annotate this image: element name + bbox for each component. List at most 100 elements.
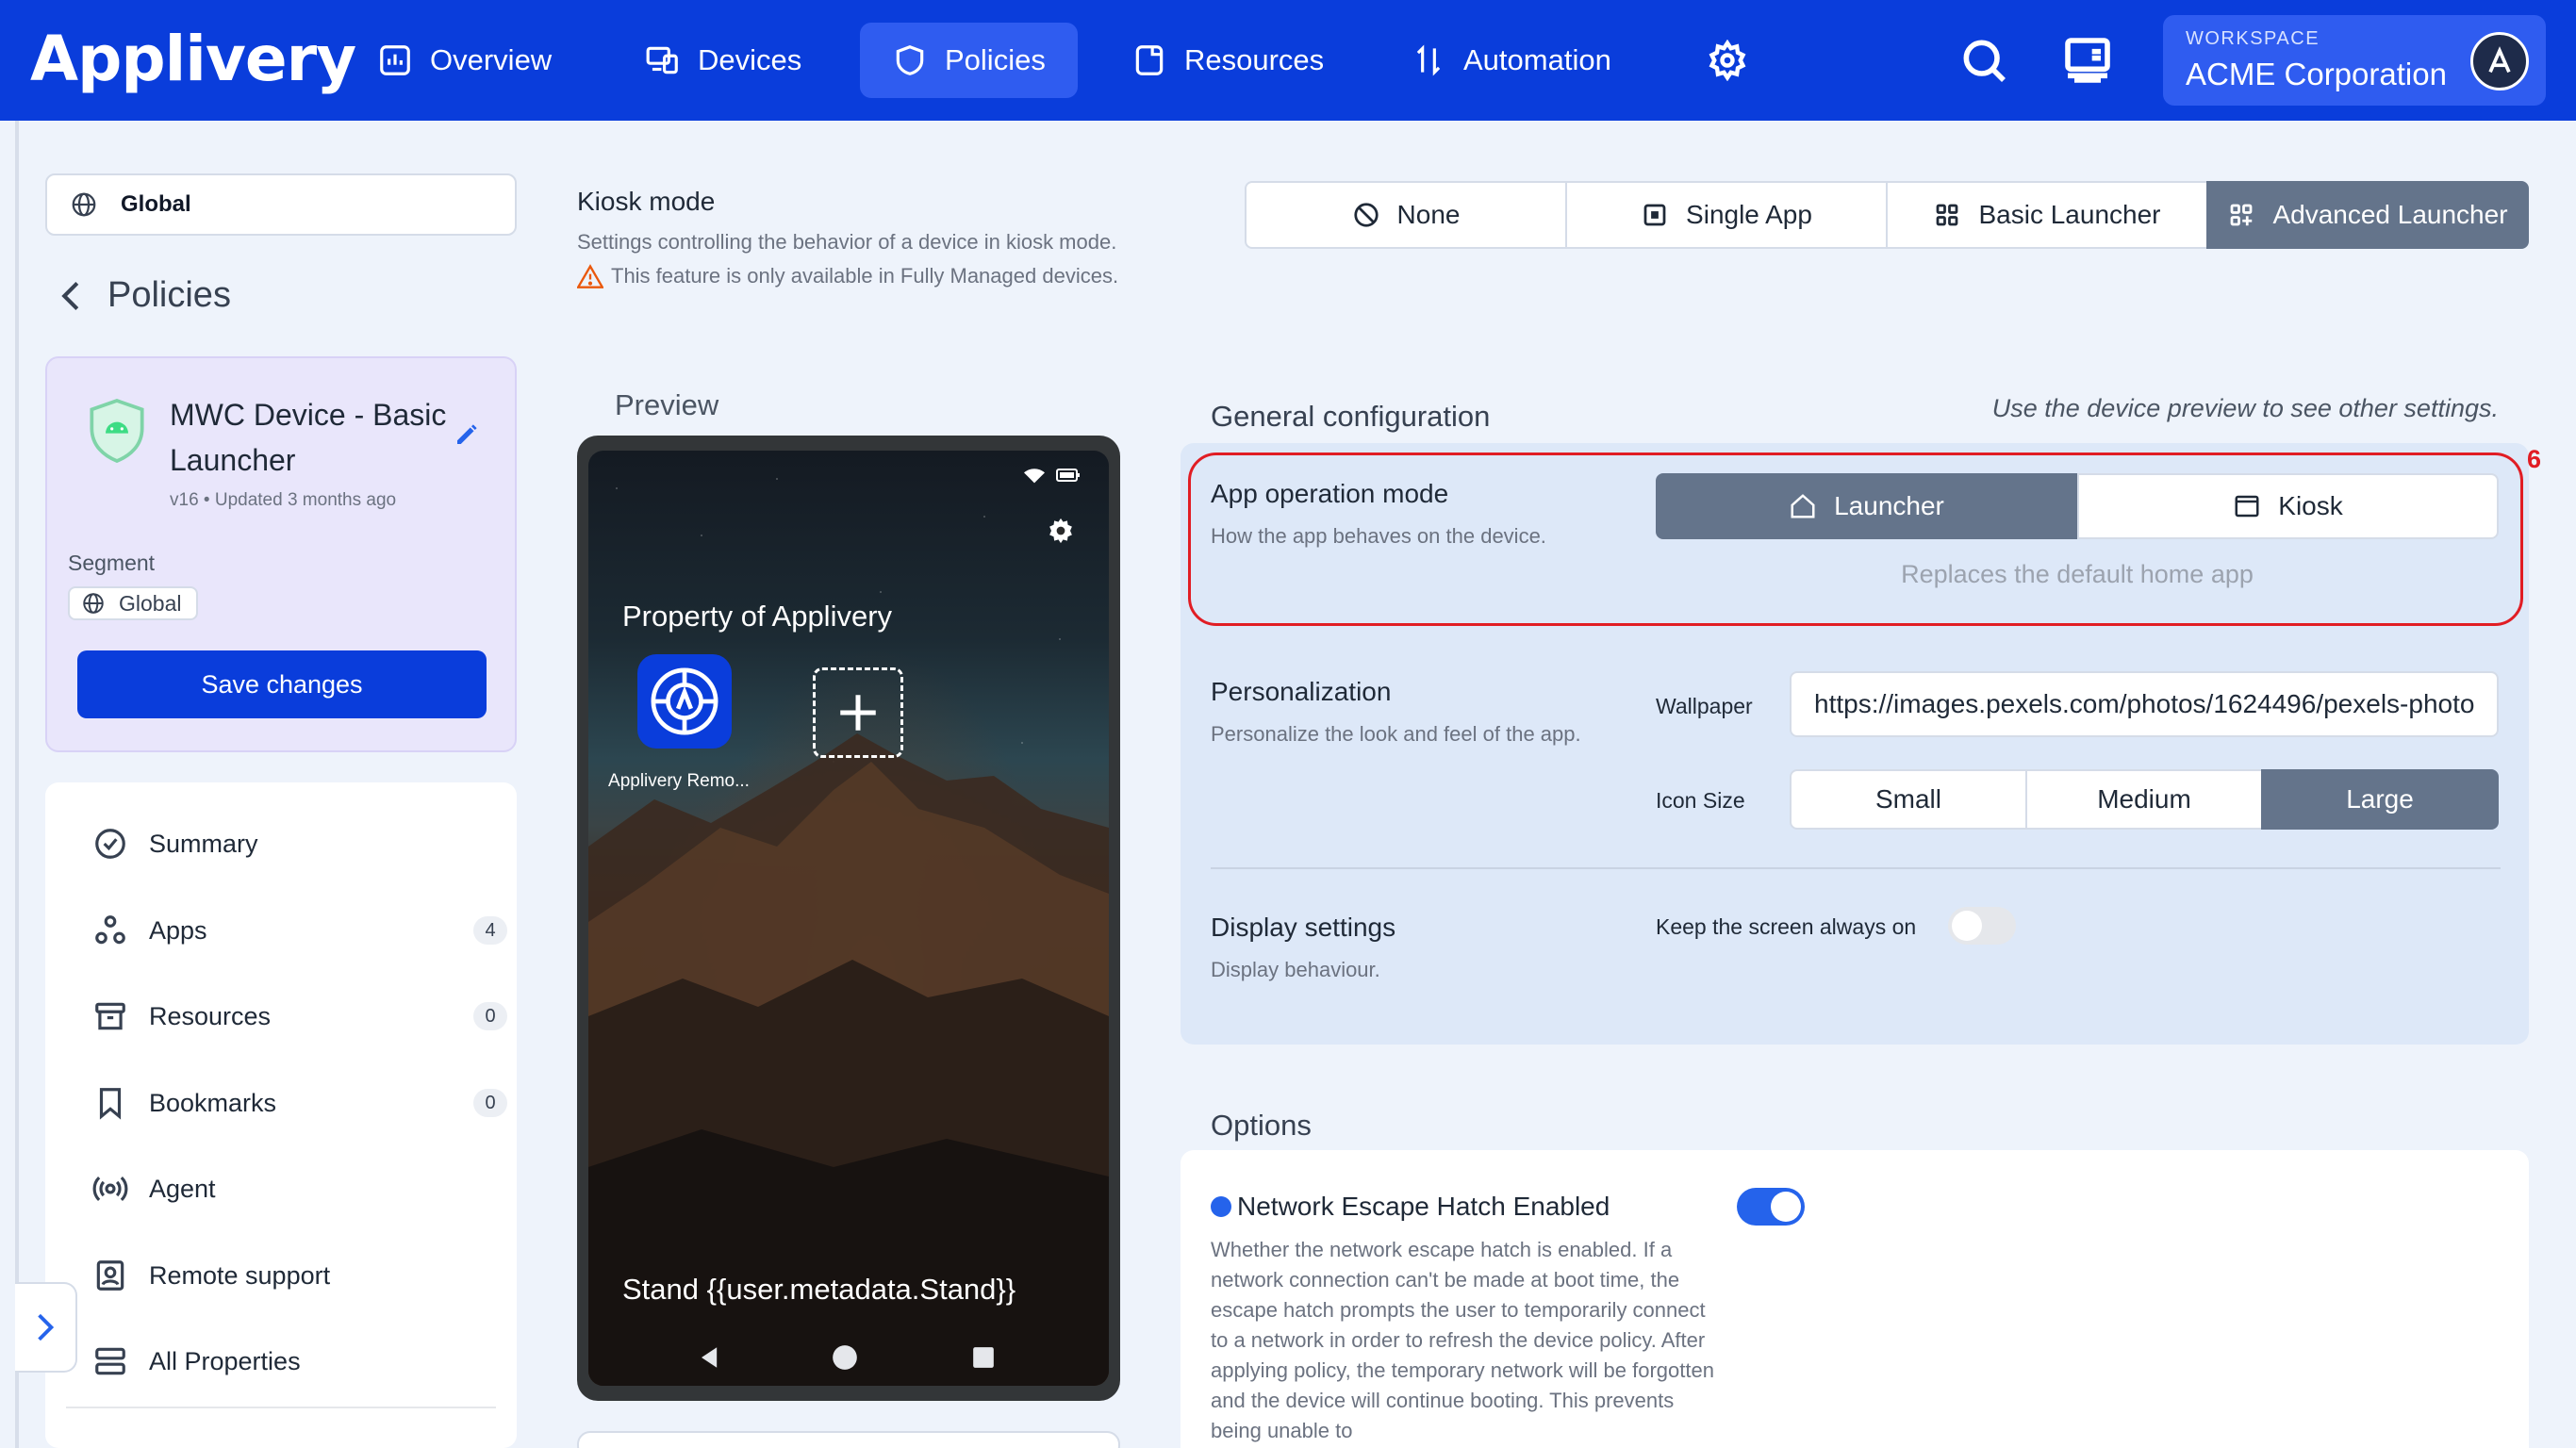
segment-label: Segment [68,551,156,575]
save-changes-button[interactable]: Save changes [77,650,487,718]
back-label: Policies [107,275,231,315]
back-to-policies[interactable]: Policies [58,275,231,316]
escape-hatch-label: Network Escape Hatch Enabled [1237,1192,1610,1221]
recents-square-icon[interactable] [971,1345,996,1370]
annotation-highlight-box [1188,452,2523,626]
segment-chip-label: Global [119,590,182,616]
search-icon[interactable] [1957,34,2010,87]
sidebar-edge [15,121,19,1448]
folder-icon [1135,45,1164,75]
segment-chip: Global [68,586,199,620]
globe-icon [83,593,104,614]
escape-hatch-title: Network Escape Hatch Enabled [1211,1192,1610,1222]
globe-icon [72,192,96,217]
menu-label: Remote support [149,1260,331,1290]
count-badge: 4 [473,916,507,945]
mode-advanced-launcher-button[interactable]: Advanced Launcher [2206,181,2529,249]
nav-devices[interactable]: Devices [613,23,834,98]
chart-icon [380,45,410,75]
icon-size-label: Icon Size [1656,788,1745,813]
modified-dot-icon [1211,1196,1231,1217]
menu-label: Agent [149,1174,216,1203]
wifi-icon [1024,469,1045,484]
general-configuration-hint: Use the device preview to see other sett… [1991,394,2499,422]
ban-icon [1353,203,1379,227]
broadcast-icon [92,1176,128,1202]
menu-divider [66,1407,496,1408]
escape-hatch-toggle[interactable] [1737,1188,1805,1226]
menu-item-all-properties[interactable]: All Properties [92,1338,507,1385]
warning-icon [577,264,603,288]
kiosk-mode-selector: None Single App Basic Launcher Advanced … [1245,181,2529,249]
kiosk-mode-warning: This feature is only available in Fully … [577,264,1118,288]
applivery-logo[interactable]: Applivery [30,23,356,95]
nav-label: Overview [430,43,553,76]
screen-always-on-label: Keep the screen always on [1656,914,1917,939]
icon-size-large[interactable]: Large [2261,769,2499,830]
battery-icon [1056,469,1080,482]
menu-item-resources[interactable]: Resources 0 [92,993,507,1040]
workspace-switcher[interactable]: WORKSPACE ACME Corporation [2163,15,2546,106]
nav-overview[interactable]: Overview [345,23,584,98]
toggle-knob [1952,911,1982,941]
nav-resources[interactable]: Resources [1099,23,1356,98]
menu-label: Apps [149,915,207,945]
phone-nav-bar [588,1329,1109,1386]
workspace-name: ACME Corporation [2186,57,2447,91]
bookmark-icon [99,1088,122,1120]
workspace-avatar[interactable] [2470,32,2529,90]
device-preview: Property of Applivery Applivery Remo... … [577,436,1120,1401]
icon-size-small[interactable]: Small [1790,769,2027,830]
section-divider [1211,867,2501,869]
icon-size-selector: Small Medium Large [1790,769,2499,830]
edit-pencil-icon[interactable] [453,420,481,453]
archive-icon [95,1002,125,1030]
kiosk-mode-description: Settings controlling the behavior of a d… [577,230,1117,254]
mode-label: Advanced Launcher [2272,200,2508,229]
terminal-icon[interactable] [2061,34,2114,87]
devices-icon [646,46,678,74]
expand-sidebar-button[interactable] [15,1282,77,1373]
icon-size-medium[interactable]: Medium [2025,769,2263,830]
policy-card: MWC Device - Basic Launcher v16 • Update… [45,356,517,752]
menu-label: Bookmarks [149,1088,277,1117]
menu-label: All Properties [149,1346,301,1375]
display-settings-desc: Display behaviour. [1211,958,1380,981]
toggle-knob [1771,1192,1801,1222]
phone-status-bar [1024,468,1081,485]
chevron-left-icon [61,281,79,310]
apps-icon [95,915,125,945]
back-triangle-icon[interactable] [702,1347,718,1368]
phone-app-label: Applivery Remo... [608,771,750,791]
list-icon [95,1347,125,1375]
wallpaper-input[interactable]: https://images.pexels.com/photos/1624496… [1790,671,2499,737]
menu-item-remote-support[interactable]: Remote support [92,1252,507,1299]
grid-icon [1937,204,1958,226]
menu-item-apps[interactable]: Apps 4 [92,907,507,954]
check-circle-icon [95,829,125,859]
mode-basic-launcher-button[interactable]: Basic Launcher [1886,181,2208,249]
top-navigation-bar: Applivery Overview Devices Policies Reso… [0,0,2576,121]
menu-item-summary[interactable]: Summary [92,820,507,867]
general-configuration-title: General configuration [1211,400,1491,433]
home-circle-icon[interactable] [832,1344,858,1371]
add-app-plus-icon[interactable] [813,667,903,758]
remote-support-icon [96,1260,124,1291]
menu-item-agent[interactable]: Agent [92,1165,507,1212]
menu-item-bookmarks[interactable]: Bookmarks 0 [92,1079,507,1127]
nav-automation[interactable]: Automation [1379,23,1643,98]
mode-single-app-button[interactable]: Single App [1565,181,1888,249]
screen-always-on-toggle[interactable] [1948,907,2016,945]
policy-meta: v16 • Updated 3 months ago [170,490,397,510]
nav-policies[interactable]: Policies [860,23,1078,98]
applivery-remote-app-icon[interactable] [637,654,732,749]
mode-none-button[interactable]: None [1245,181,1567,249]
grid-plus-icon [2231,204,2253,226]
phone-settings-gear-icon[interactable] [1047,517,1075,550]
android-shield-icon [87,398,147,469]
segment-select[interactable]: Global [45,173,517,236]
automation-icon [1416,44,1441,76]
settings-gear-icon[interactable] [1701,34,1754,87]
escape-hatch-desc: Whether the network escape hatch is enab… [1211,1238,1714,1442]
phone-screen: Property of Applivery Applivery Remo... … [588,451,1109,1386]
